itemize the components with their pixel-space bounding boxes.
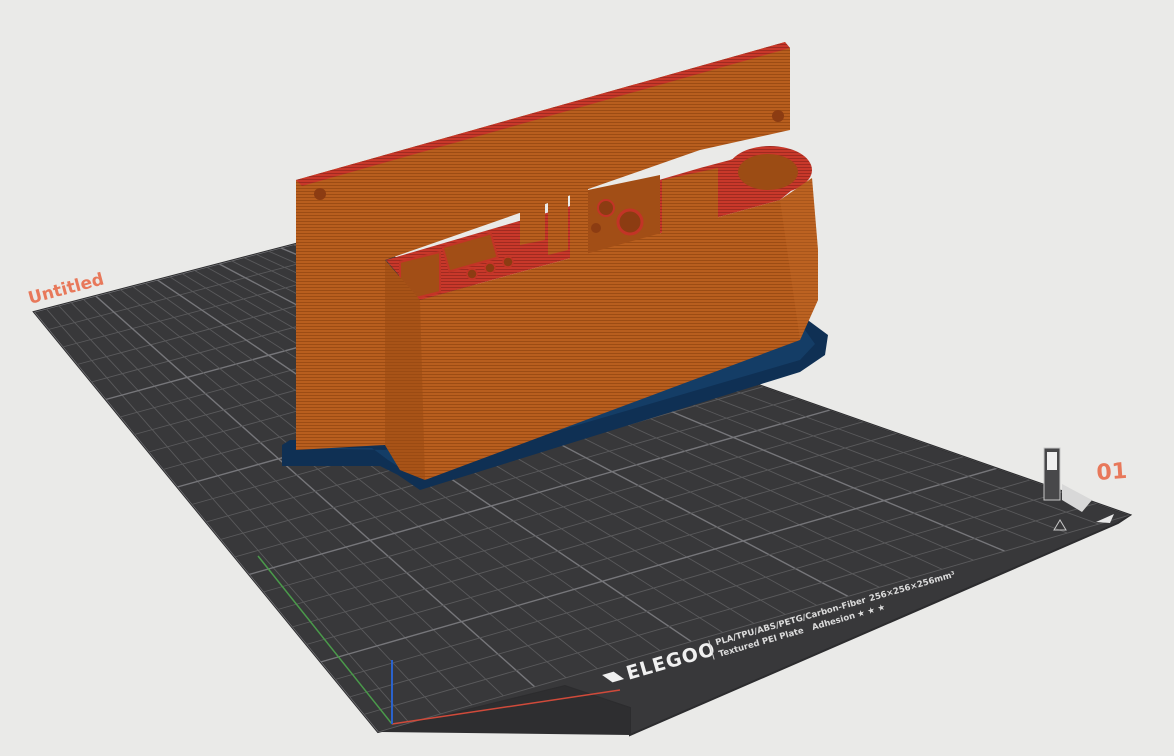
mount-hole-right: [772, 110, 784, 122]
mount-hole-left: [314, 188, 326, 200]
plate-index-label[interactable]: 01: [1096, 459, 1128, 486]
scene-canvas[interactable]: Untitled 01 ELEGOO PLA/TPU/ABS/PETG/Carb…: [0, 0, 1174, 756]
viewport-3d[interactable]: Untitled 01 ELEGOO PLA/TPU/ABS/PETG/Carb…: [0, 0, 1174, 756]
model-round-bin-hole: [738, 154, 798, 190]
